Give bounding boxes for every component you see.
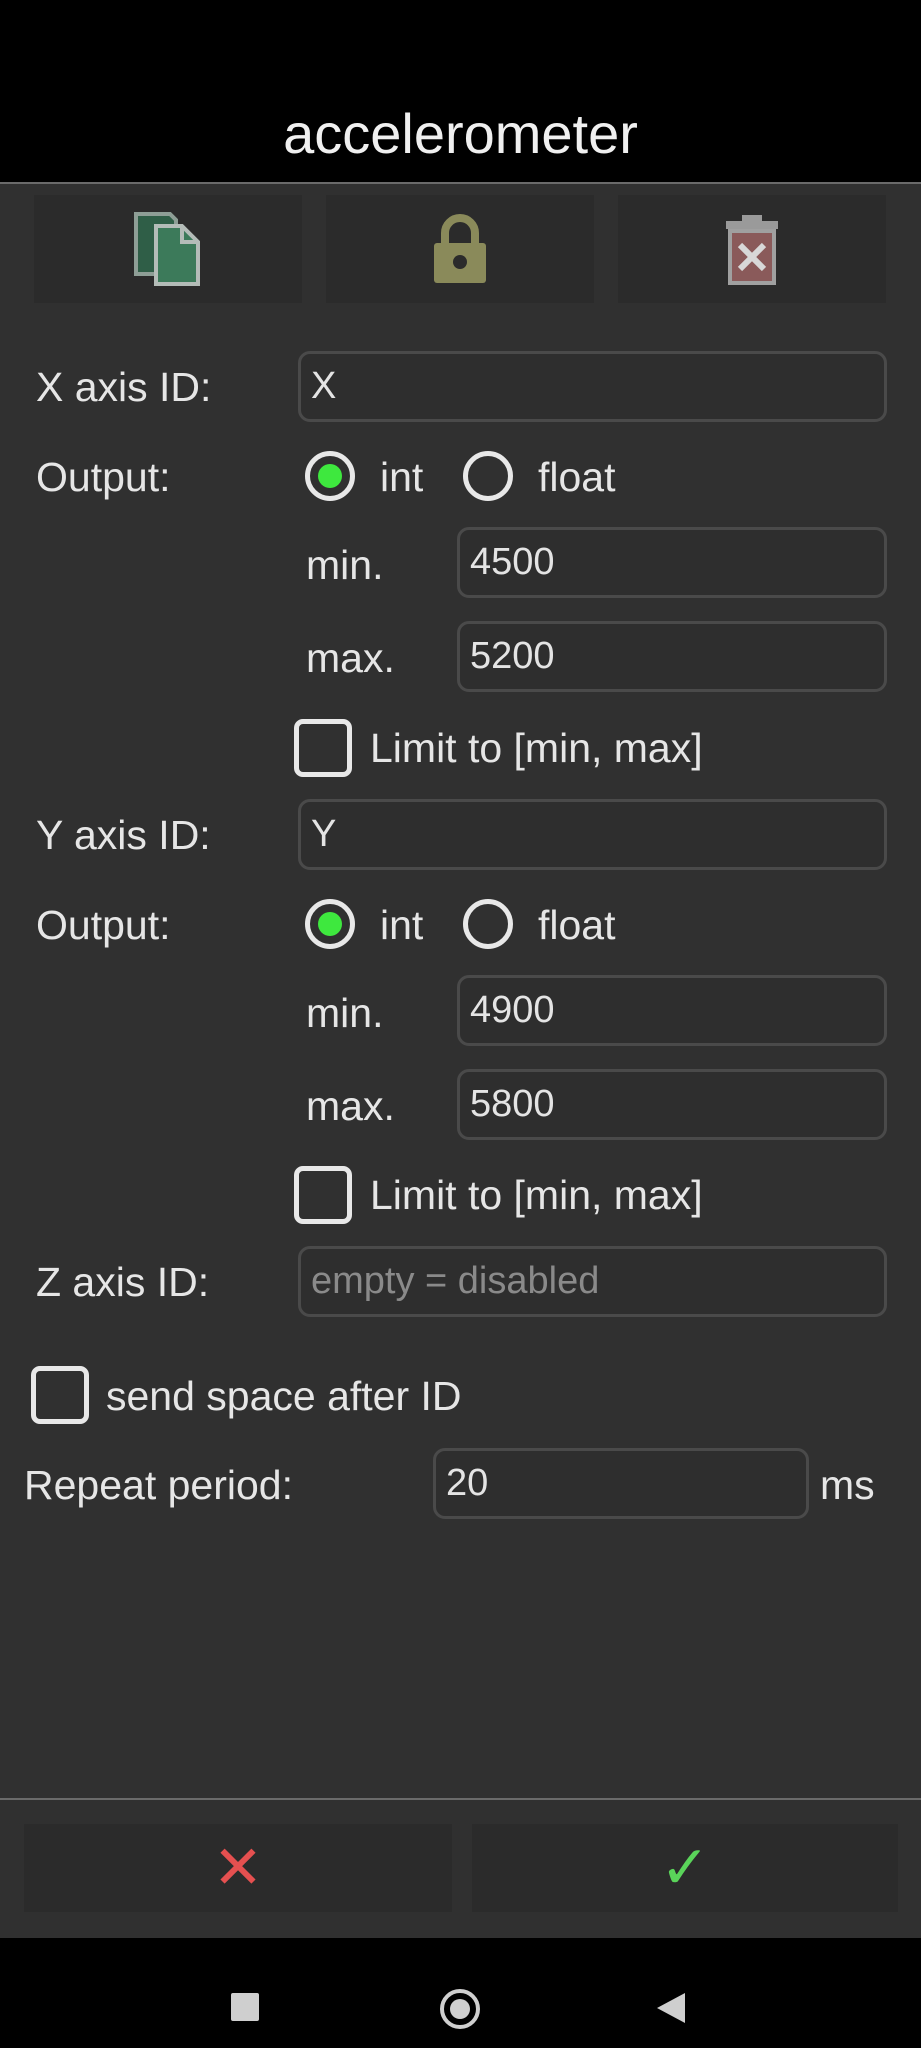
close-icon: ✕ — [212, 1834, 264, 1901]
y-limit-label: Limit to [min, max] — [370, 1172, 703, 1218]
y-max-input[interactable]: 5800 — [457, 1069, 887, 1140]
repeat-period-label: Repeat period: — [24, 1462, 293, 1508]
y-min-label: min. — [306, 990, 384, 1036]
y-output-float-label: float — [538, 902, 616, 948]
lock-icon — [434, 214, 486, 283]
y-output-int-radio[interactable] — [305, 899, 355, 949]
y-min-input[interactable]: 4900 — [457, 975, 887, 1046]
home-icon-dot — [450, 1999, 470, 2019]
copy-icon — [134, 212, 200, 286]
x-min-input[interactable]: 4500 — [457, 527, 887, 598]
send-space-checkbox[interactable] — [31, 1366, 89, 1424]
y-output-int-label: int — [380, 902, 424, 948]
confirm-button[interactable]: ✓ — [472, 1824, 898, 1912]
z-axis-id-input[interactable]: empty = disabled — [298, 1246, 887, 1317]
dialog-title: accelerometer — [283, 102, 638, 165]
header-divider — [0, 182, 921, 184]
y-axis-id-label: Y axis ID: — [36, 812, 211, 858]
cancel-button[interactable]: ✕ — [24, 1824, 452, 1912]
x-min-label: min. — [306, 542, 384, 588]
y-limit-checkbox[interactable] — [294, 1166, 352, 1224]
x-output-label: Output: — [36, 454, 171, 500]
back-icon[interactable] — [655, 1991, 687, 2025]
repeat-period-input[interactable]: 20 — [433, 1448, 809, 1519]
x-limit-checkbox[interactable] — [294, 719, 352, 777]
home-icon[interactable] — [440, 1989, 480, 2029]
x-output-float-radio[interactable] — [463, 451, 513, 501]
system-nav-bar — [0, 1938, 921, 2048]
trash-icon — [726, 215, 778, 285]
x-axis-id-input[interactable]: X — [298, 351, 887, 422]
x-axis-id-label: X axis ID: — [36, 364, 212, 410]
radio-selected-dot — [318, 464, 342, 488]
x-output-int-radio[interactable] — [305, 451, 355, 501]
footer-divider — [0, 1798, 921, 1800]
copy-button[interactable] — [34, 195, 302, 303]
recents-icon[interactable] — [231, 1993, 259, 2021]
delete-button[interactable] — [618, 195, 886, 303]
y-output-label: Output: — [36, 902, 171, 948]
x-limit-label: Limit to [min, max] — [370, 725, 703, 771]
x-max-input[interactable]: 5200 — [457, 621, 887, 692]
radio-selected-dot — [318, 912, 342, 936]
z-axis-id-label: Z axis ID: — [36, 1259, 210, 1305]
y-axis-id-input[interactable]: Y — [298, 799, 887, 870]
x-output-float-label: float — [538, 454, 616, 500]
y-output-float-radio[interactable] — [463, 899, 513, 949]
send-space-label: send space after ID — [106, 1373, 462, 1419]
repeat-unit-label: ms — [820, 1462, 875, 1508]
check-icon: ✓ — [659, 1834, 711, 1901]
lock-button[interactable] — [326, 195, 594, 303]
y-max-label: max. — [306, 1083, 395, 1129]
x-output-int-label: int — [380, 454, 424, 500]
x-max-label: max. — [306, 635, 395, 681]
